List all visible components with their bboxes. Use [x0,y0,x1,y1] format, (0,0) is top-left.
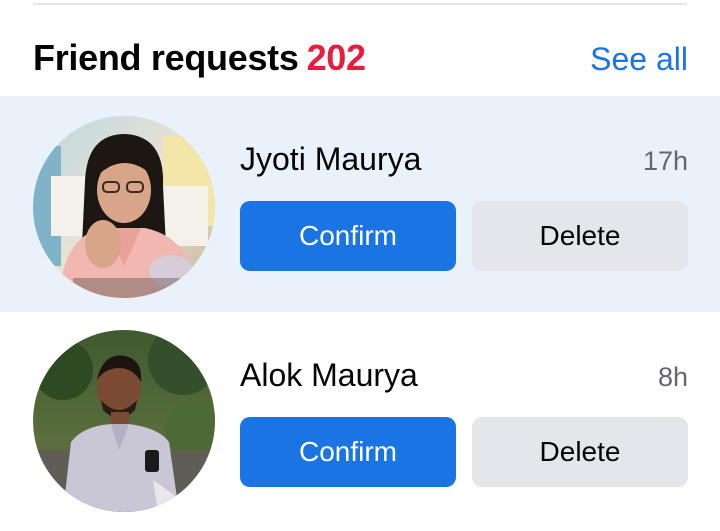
avatar-photo-man [33,330,215,512]
friend-request-row: Jyoti Maurya 17h Confirm Delete [0,96,720,312]
see-all-link[interactable]: See all [590,41,688,78]
avatar[interactable] [33,116,215,298]
request-time: 8h [657,362,688,392]
request-time: 17h [642,146,688,176]
delete-button[interactable]: Delete [472,417,688,487]
friend-requests-header: Friend requests 202 See all [0,0,720,96]
section-title-text: Friend requests [33,37,299,78]
avatar[interactable] [33,330,215,512]
confirm-button[interactable]: Confirm [240,201,456,271]
confirm-button[interactable]: Confirm [240,417,456,487]
section-title: Friend requests 202 [33,37,366,79]
requester-name[interactable]: Alok Maurya [240,357,418,394]
delete-button[interactable]: Delete [472,201,688,271]
avatar-photo-woman [33,116,215,298]
requester-name[interactable]: Jyoti Maurya [240,141,421,178]
friend-request-row: Alok Maurya 8h Confirm Delete [0,312,720,531]
request-count: 202 [306,37,366,78]
friend-requests-panel: Friend requests 202 See all Jyoti Maurya… [0,0,720,531]
